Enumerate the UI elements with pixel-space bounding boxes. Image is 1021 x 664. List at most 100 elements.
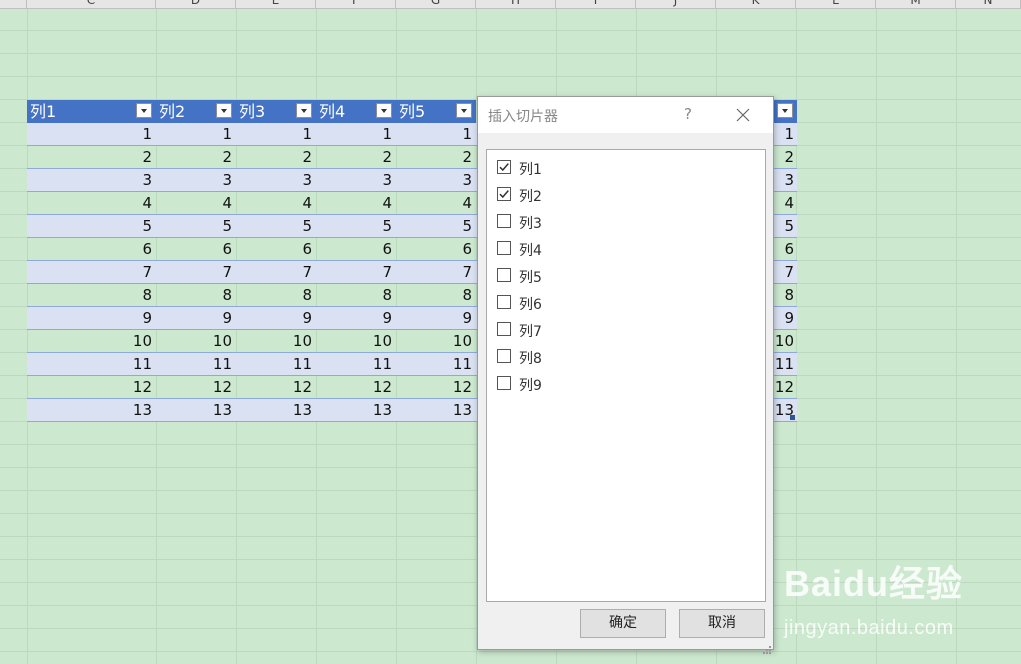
table-cell[interactable]: 5 xyxy=(27,215,156,237)
filter-dropdown-icon[interactable] xyxy=(777,103,793,118)
table-cell[interactable]: 1 xyxy=(236,123,316,145)
table-cell[interactable]: 7 xyxy=(236,261,316,283)
ok-button[interactable]: 确定 xyxy=(580,609,666,638)
table-cell[interactable]: 7 xyxy=(773,261,797,283)
table-header-cell[interactable]: 列2 xyxy=(156,100,236,123)
table-cell[interactable]: 8 xyxy=(27,284,156,306)
table-cell[interactable]: 5 xyxy=(316,215,396,237)
table-cell[interactable]: 10 xyxy=(396,330,476,352)
table-header-cell[interactable]: 列3 xyxy=(236,100,316,123)
filter-dropdown-icon[interactable] xyxy=(216,103,232,118)
table-cell[interactable]: 4 xyxy=(316,192,396,214)
column-header[interactable]: K xyxy=(716,0,796,9)
table-cell[interactable]: 12 xyxy=(396,376,476,398)
table-cell[interactable]: 12 xyxy=(316,376,396,398)
checkbox[interactable] xyxy=(497,376,511,390)
table-header-cell[interactable] xyxy=(773,100,797,123)
table-cell[interactable]: 9 xyxy=(236,307,316,329)
filter-dropdown-icon[interactable] xyxy=(376,103,392,118)
column-header[interactable]: I xyxy=(556,0,636,9)
table-cell[interactable]: 11 xyxy=(236,353,316,375)
table-cell[interactable]: 13 xyxy=(236,399,316,421)
slicer-option[interactable]: 列4 xyxy=(497,239,697,259)
table-cell[interactable]: 12 xyxy=(773,376,797,398)
filter-dropdown-icon[interactable] xyxy=(296,103,312,118)
select-all-corner[interactable] xyxy=(0,0,27,9)
table-cell[interactable]: 2 xyxy=(316,146,396,168)
checkbox[interactable] xyxy=(497,322,511,336)
column-header[interactable]: N xyxy=(956,0,1021,9)
filter-dropdown-icon[interactable] xyxy=(456,103,472,118)
table-cell[interactable]: 12 xyxy=(236,376,316,398)
table-cell[interactable]: 11 xyxy=(773,353,797,375)
table-cell[interactable]: 4 xyxy=(27,192,156,214)
table-cell[interactable]: 3 xyxy=(316,169,396,191)
column-header[interactable]: L xyxy=(796,0,876,9)
table-cell[interactable]: 3 xyxy=(396,169,476,191)
table-cell[interactable]: 6 xyxy=(316,238,396,260)
table-cell[interactable]: 3 xyxy=(236,169,316,191)
checkbox[interactable] xyxy=(497,349,511,363)
slicer-option[interactable]: 列3 xyxy=(497,212,697,232)
table-cell[interactable]: 3 xyxy=(156,169,236,191)
table-cell[interactable]: 6 xyxy=(773,238,797,260)
table-cell[interactable]: 9 xyxy=(316,307,396,329)
cancel-button[interactable]: 取消 xyxy=(679,609,765,638)
column-header[interactable]: E xyxy=(236,0,316,9)
table-cell[interactable]: 9 xyxy=(773,307,797,329)
column-header[interactable]: G xyxy=(396,0,476,9)
table-cell[interactable]: 5 xyxy=(773,215,797,237)
table-cell[interactable]: 5 xyxy=(236,215,316,237)
table-header-cell[interactable]: 列5 xyxy=(396,100,476,123)
table-cell[interactable]: 8 xyxy=(316,284,396,306)
table-cell[interactable]: 9 xyxy=(27,307,156,329)
slicer-field-list[interactable]: 列1 列2 列3 列4 列5 列6 列7 列8 列9 xyxy=(486,149,766,602)
slicer-option[interactable]: 列7 xyxy=(497,320,697,340)
checkbox[interactable] xyxy=(497,241,511,255)
column-header[interactable]: F xyxy=(316,0,396,9)
table-cell[interactable]: 2 xyxy=(396,146,476,168)
help-button[interactable]: ? xyxy=(680,105,696,123)
close-icon[interactable] xyxy=(735,107,751,123)
filter-dropdown-icon[interactable] xyxy=(136,103,152,118)
table-cell[interactable]: 1 xyxy=(396,123,476,145)
checkbox[interactable] xyxy=(497,295,511,309)
table-cell[interactable]: 10 xyxy=(773,330,797,352)
table-cell[interactable]: 3 xyxy=(773,169,797,191)
table-cell[interactable]: 2 xyxy=(156,146,236,168)
table-cell[interactable]: 6 xyxy=(236,238,316,260)
table-cell[interactable]: 12 xyxy=(156,376,236,398)
table-cell[interactable]: 13 xyxy=(316,399,396,421)
checkbox[interactable] xyxy=(497,187,511,201)
table-cell[interactable]: 1 xyxy=(316,123,396,145)
slicer-option[interactable]: 列6 xyxy=(497,293,697,313)
table-resize-handle[interactable] xyxy=(790,415,795,420)
column-header[interactable]: M xyxy=(876,0,956,9)
table-cell[interactable]: 10 xyxy=(156,330,236,352)
table-cell[interactable]: 11 xyxy=(27,353,156,375)
table-cell[interactable]: 2 xyxy=(236,146,316,168)
column-header[interactable]: J xyxy=(636,0,716,9)
table-cell[interactable]: 4 xyxy=(236,192,316,214)
table-cell[interactable]: 11 xyxy=(316,353,396,375)
table-cell[interactable]: 7 xyxy=(156,261,236,283)
table-cell[interactable]: 5 xyxy=(396,215,476,237)
table-cell[interactable]: 4 xyxy=(773,192,797,214)
table-cell[interactable]: 11 xyxy=(396,353,476,375)
table-cell[interactable]: 8 xyxy=(236,284,316,306)
table-cell[interactable]: 7 xyxy=(396,261,476,283)
table-cell[interactable]: 10 xyxy=(27,330,156,352)
slicer-option[interactable]: 列1 xyxy=(497,158,697,178)
table-cell[interactable]: 9 xyxy=(396,307,476,329)
table-cell[interactable]: 7 xyxy=(27,261,156,283)
table-cell[interactable]: 1 xyxy=(773,123,797,145)
column-header[interactable]: D xyxy=(156,0,236,9)
column-header[interactable]: H xyxy=(476,0,556,9)
checkbox[interactable] xyxy=(497,268,511,282)
table-cell[interactable]: 4 xyxy=(156,192,236,214)
table-header-cell[interactable]: 列4 xyxy=(316,100,396,123)
table-cell[interactable]: 1 xyxy=(156,123,236,145)
table-cell[interactable]: 13 xyxy=(156,399,236,421)
slicer-option[interactable]: 列8 xyxy=(497,347,697,367)
table-cell[interactable]: 2 xyxy=(27,146,156,168)
